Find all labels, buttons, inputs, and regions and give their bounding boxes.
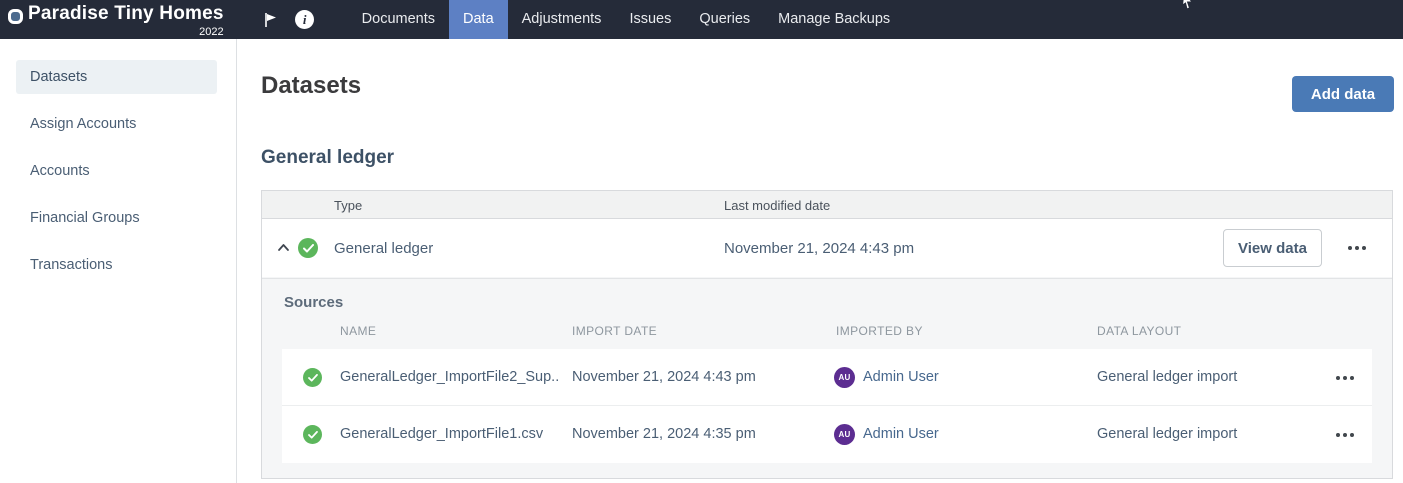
dataset-type: General ledger <box>334 240 433 257</box>
sidebar-item-assign-accounts[interactable]: Assign Accounts <box>16 107 217 141</box>
mouse-cursor <box>1181 0 1195 16</box>
source-more-menu-icon[interactable] <box>1336 376 1354 380</box>
nav-item-manage-backups[interactable]: Manage Backups <box>764 0 904 39</box>
source-file-name: GeneralLedger_ImportFile1.csv <box>340 426 543 442</box>
source-data-layout: General ledger import <box>1097 426 1237 442</box>
info-icon[interactable]: i <box>288 0 322 39</box>
sidebar-item-financial-groups[interactable]: Financial Groups <box>16 201 217 235</box>
imported-by-link[interactable]: Admin User <box>863 426 939 442</box>
nav-item-issues[interactable]: Issues <box>615 0 685 39</box>
view-data-button[interactable]: View data <box>1223 229 1322 267</box>
top-navbar: Paradise Tiny Homes 2022 i Documents Dat… <box>0 0 1403 39</box>
status-check-icon <box>303 425 322 444</box>
flag-icon[interactable] <box>254 0 288 39</box>
nav-item-data[interactable]: Data <box>449 0 508 39</box>
engagement-title: Paradise Tiny Homes <box>28 2 224 26</box>
imported-by-link[interactable]: Admin User <box>863 369 939 385</box>
source-file-name: GeneralLedger_ImportFile2_Sup... <box>340 369 560 385</box>
column-header-type: Type <box>334 198 362 213</box>
status-check-icon <box>298 238 318 258</box>
avatar: AU <box>834 367 855 388</box>
source-more-menu-icon[interactable] <box>1336 433 1354 437</box>
sidebar-item-accounts[interactable]: Accounts <box>16 154 217 188</box>
source-import-date: November 21, 2024 4:43 pm <box>572 369 756 385</box>
source-row: GeneralLedger_ImportFile2_Sup... Novembe… <box>282 349 1372 406</box>
column-header-data-layout: DATA LAYOUT <box>1097 324 1181 338</box>
sources-title: Sources <box>284 294 343 311</box>
source-row: GeneralLedger_ImportFile1.csv November 2… <box>282 406 1372 463</box>
source-import-date: November 21, 2024 4:35 pm <box>572 426 756 442</box>
dataset-last-modified: November 21, 2024 4:43 pm <box>724 240 914 257</box>
main-nav: Documents Data Adjustments Issues Querie… <box>348 0 905 39</box>
sources-rows: GeneralLedger_ImportFile2_Sup... Novembe… <box>282 349 1372 463</box>
add-data-button[interactable]: Add data <box>1292 76 1394 112</box>
sources-panel: Sources NAME IMPORT DATE IMPORTED BY DAT… <box>262 278 1392 478</box>
app-brand[interactable]: Paradise Tiny Homes 2022 <box>0 2 224 38</box>
collapse-chevron-icon[interactable] <box>276 240 291 260</box>
avatar: AU <box>834 424 855 445</box>
data-sidebar: Datasets Assign Accounts Accounts Financ… <box>0 39 237 483</box>
dataset-more-menu-icon[interactable] <box>1348 246 1366 250</box>
main-content: Datasets Add data General ledger Type La… <box>238 39 1403 483</box>
page-title: Datasets <box>261 72 361 100</box>
app-logo-icon <box>8 9 23 24</box>
sidebar-item-datasets[interactable]: Datasets <box>16 60 217 94</box>
dataset-row-general-ledger: General ledger November 21, 2024 4:43 pm… <box>262 219 1392 277</box>
sources-table-header: NAME IMPORT DATE IMPORTED BY DATA LAYOUT <box>262 324 1392 344</box>
source-data-layout: General ledger import <box>1097 369 1237 385</box>
column-header-import-date: IMPORT DATE <box>572 324 657 338</box>
sidebar-item-transactions[interactable]: Transactions <box>16 248 217 282</box>
dataset-table: Type Last modified date General ledger N… <box>261 190 1393 479</box>
nav-item-queries[interactable]: Queries <box>685 0 764 39</box>
section-title-general-ledger: General ledger <box>261 147 394 169</box>
column-header-last-modified: Last modified date <box>724 198 830 213</box>
nav-item-documents[interactable]: Documents <box>348 0 449 39</box>
column-header-name: NAME <box>340 324 376 338</box>
status-check-icon <box>303 368 322 387</box>
nav-item-adjustments[interactable]: Adjustments <box>508 0 616 39</box>
column-header-imported-by: IMPORTED BY <box>836 324 923 338</box>
dataset-table-header: Type Last modified date <box>262 191 1392 219</box>
engagement-year: 2022 <box>199 26 223 38</box>
